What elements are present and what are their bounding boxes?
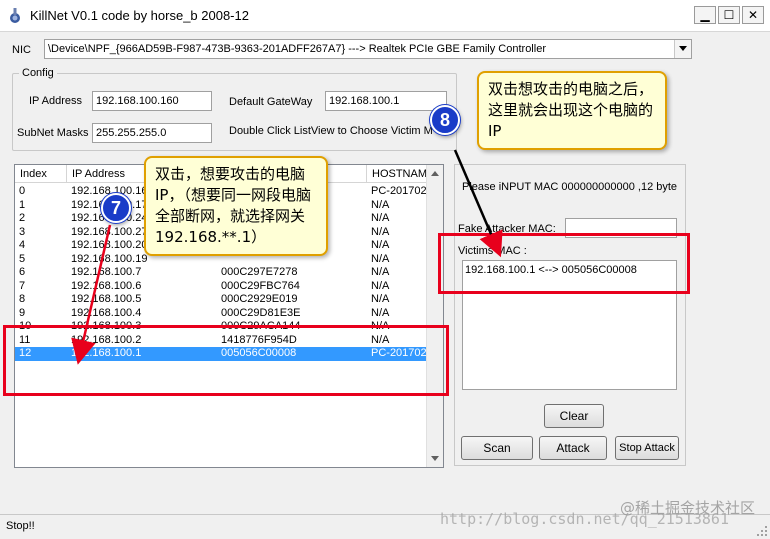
gateway-label: Default GateWay <box>229 96 313 108</box>
selected-row-highlight-box <box>3 325 449 396</box>
stop-attack-button[interactable]: Stop Attack <box>615 436 679 460</box>
ip-address-label: IP Address <box>29 95 82 107</box>
table-cell-index: 4 <box>19 239 26 251</box>
nic-label: NIC <box>12 44 31 56</box>
listview-scrollbar[interactable] <box>426 165 443 467</box>
clear-button[interactable]: Clear <box>544 404 604 428</box>
close-icon: ✕ <box>747 8 759 22</box>
step-8-badge: 8 <box>430 105 460 135</box>
table-row[interactable]: 9 192.168.100.4 000C29D81E3E N/A <box>15 306 443 321</box>
scroll-up-arrow[interactable] <box>427 165 443 182</box>
maximize-icon: ☐ <box>723 8 735 22</box>
table-cell-index: 0 <box>19 185 26 197</box>
table-cell-ip: 192.168.100.5 <box>71 293 142 305</box>
table-cell-index: 2 <box>19 212 26 224</box>
table-cell-index: 3 <box>19 225 26 238</box>
app-icon <box>10 8 20 23</box>
config-group: Config <box>12 67 457 151</box>
table-cell-ip: 192.168.100.6 <box>71 279 142 292</box>
title-bar[interactable]: KillNet V0.1 code by horse_b 2008-12 ▁ ☐… <box>0 0 770 32</box>
table-row[interactable]: 7 192.168.100.6 000C29FBC764 N/A <box>15 279 443 294</box>
table-cell-mac: 000C29D81E3E <box>221 306 301 319</box>
table-cell-index: 1 <box>19 198 26 211</box>
table-cell-mac: 000C29FBC764 <box>221 279 300 292</box>
table-cell-index: 5 <box>19 252 26 265</box>
column-index[interactable]: Index <box>15 165 67 183</box>
ip-address-field[interactable]: 192.168.100.160 <box>92 91 212 111</box>
chevron-down-icon <box>679 46 687 51</box>
close-button[interactable]: ✕ <box>742 6 764 24</box>
chevron-up-icon <box>431 171 439 176</box>
table-cell-index: 9 <box>19 306 26 319</box>
subnet-mask-label: SubNet Masks <box>17 127 89 139</box>
scan-button[interactable]: Scan <box>461 436 533 460</box>
gateway-field[interactable]: 192.168.100.1 <box>325 91 447 111</box>
url-watermark: http://blog.csdn.net/qq_21513861 <box>440 510 729 528</box>
minimize-button[interactable]: ▁ <box>694 6 716 24</box>
minimize-icon: ▁ <box>700 8 710 22</box>
attack-button[interactable]: Attack <box>539 436 607 460</box>
window-title: KillNet V0.1 code by horse_b 2008-12 <box>30 8 249 23</box>
table-cell-index: 8 <box>19 293 26 305</box>
table-cell-mac: 000C297E7278 <box>221 266 298 278</box>
table-cell-ip: 192.168.100.4 <box>71 306 142 319</box>
nic-dropdown-arrow[interactable] <box>674 40 691 58</box>
config-legend: Config <box>19 67 57 79</box>
maximize-button[interactable]: ☐ <box>718 6 740 24</box>
step-7-badge: 7 <box>101 193 131 223</box>
victims-highlight-box <box>438 233 690 294</box>
nic-select[interactable]: \Device\NPF_{966AD59B-F987-473B-9363-201… <box>44 39 692 59</box>
listview-hint: Double Click ListView to Choose Victim M <box>229 125 433 137</box>
chevron-down-icon <box>431 456 439 461</box>
nic-select-value: \Device\NPF_{966AD59B-F987-473B-9363-201… <box>48 43 546 55</box>
table-cell-ip: 192.168.100.7 <box>71 266 142 278</box>
scroll-down-arrow[interactable] <box>427 450 443 467</box>
table-cell-index: 6 <box>19 266 26 278</box>
resize-grip-icon[interactable] <box>756 525 768 537</box>
subnet-mask-field[interactable]: 255.255.255.0 <box>92 123 212 143</box>
table-row[interactable]: 8 192.168.100.5 000C2929E019 N/A <box>15 293 443 307</box>
status-text: Stop!! <box>6 520 35 532</box>
table-cell-mac: 000C2929E019 <box>221 293 298 305</box>
table-cell-index: 7 <box>19 279 26 292</box>
table-row[interactable]: 6 192.168.100.7 000C297E7278 N/A <box>15 266 443 280</box>
mac-input-hint: Please iNPUT MAC 000000000000 ,12 byte <box>462 181 678 193</box>
callout-step-8: 双击想攻击的电脑之后，这里就会出现这个电脑的IP <box>477 71 667 150</box>
callout-step-7: 双击，想要攻击的电脑IP，（想要同一网段电脑全部断网，就选择网关192.168.… <box>144 156 328 256</box>
